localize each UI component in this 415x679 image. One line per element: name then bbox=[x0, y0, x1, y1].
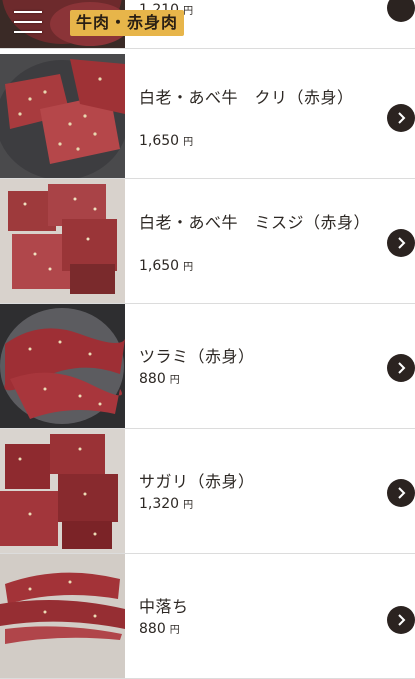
item-price: 880 円 bbox=[139, 371, 180, 387]
hamburger-icon[interactable] bbox=[0, 0, 56, 44]
item-name: サガリ（赤身） bbox=[139, 472, 255, 491]
detail-arrow-button[interactable] bbox=[387, 479, 415, 507]
menu-item-row[interactable]: 1,210 円 bbox=[0, 0, 415, 49]
item-price: 1,650 円 bbox=[139, 258, 194, 274]
detail-arrow-button[interactable] bbox=[387, 229, 415, 257]
detail-arrow-button[interactable] bbox=[387, 104, 415, 132]
menu-item-row[interactable]: 白老・あべ牛 ミスジ（赤身） 1,650 円 bbox=[0, 179, 415, 304]
detail-arrow-button[interactable] bbox=[387, 606, 415, 634]
chevron-right-icon bbox=[398, 487, 406, 499]
menu-item-row[interactable]: ツラミ（赤身） 880 円 bbox=[0, 304, 415, 429]
detail-arrow-button[interactable] bbox=[387, 0, 415, 22]
chevron-right-icon bbox=[398, 237, 406, 249]
item-price: 1,210 円 bbox=[139, 2, 194, 18]
item-price: 1,650 円 bbox=[139, 133, 194, 149]
item-price: 1,320 円 bbox=[139, 496, 194, 512]
item-name: 中落ち bbox=[139, 597, 189, 616]
food-photo bbox=[0, 304, 125, 428]
food-photo bbox=[0, 179, 125, 303]
chevron-right-icon bbox=[398, 614, 406, 626]
chevron-right-icon bbox=[398, 362, 406, 374]
detail-arrow-button[interactable] bbox=[387, 354, 415, 382]
food-photo bbox=[0, 54, 125, 178]
menu-item-row[interactable]: 中落ち 880 円 bbox=[0, 554, 415, 679]
item-name: 白老・あべ牛 ミスジ（赤身） bbox=[139, 213, 371, 232]
food-photo bbox=[0, 429, 125, 553]
item-name: ツラミ（赤身） bbox=[139, 347, 255, 366]
chevron-right-icon bbox=[398, 112, 406, 124]
food-photo bbox=[0, 554, 125, 678]
item-name: 白老・あべ牛 クリ（赤身） bbox=[139, 88, 354, 107]
menu-item-row[interactable]: 白老・あべ牛 クリ（赤身） 1,650 円 bbox=[0, 54, 415, 179]
item-price: 880 円 bbox=[139, 621, 180, 637]
menu-item-row[interactable]: サガリ（赤身） 1,320 円 bbox=[0, 429, 415, 554]
